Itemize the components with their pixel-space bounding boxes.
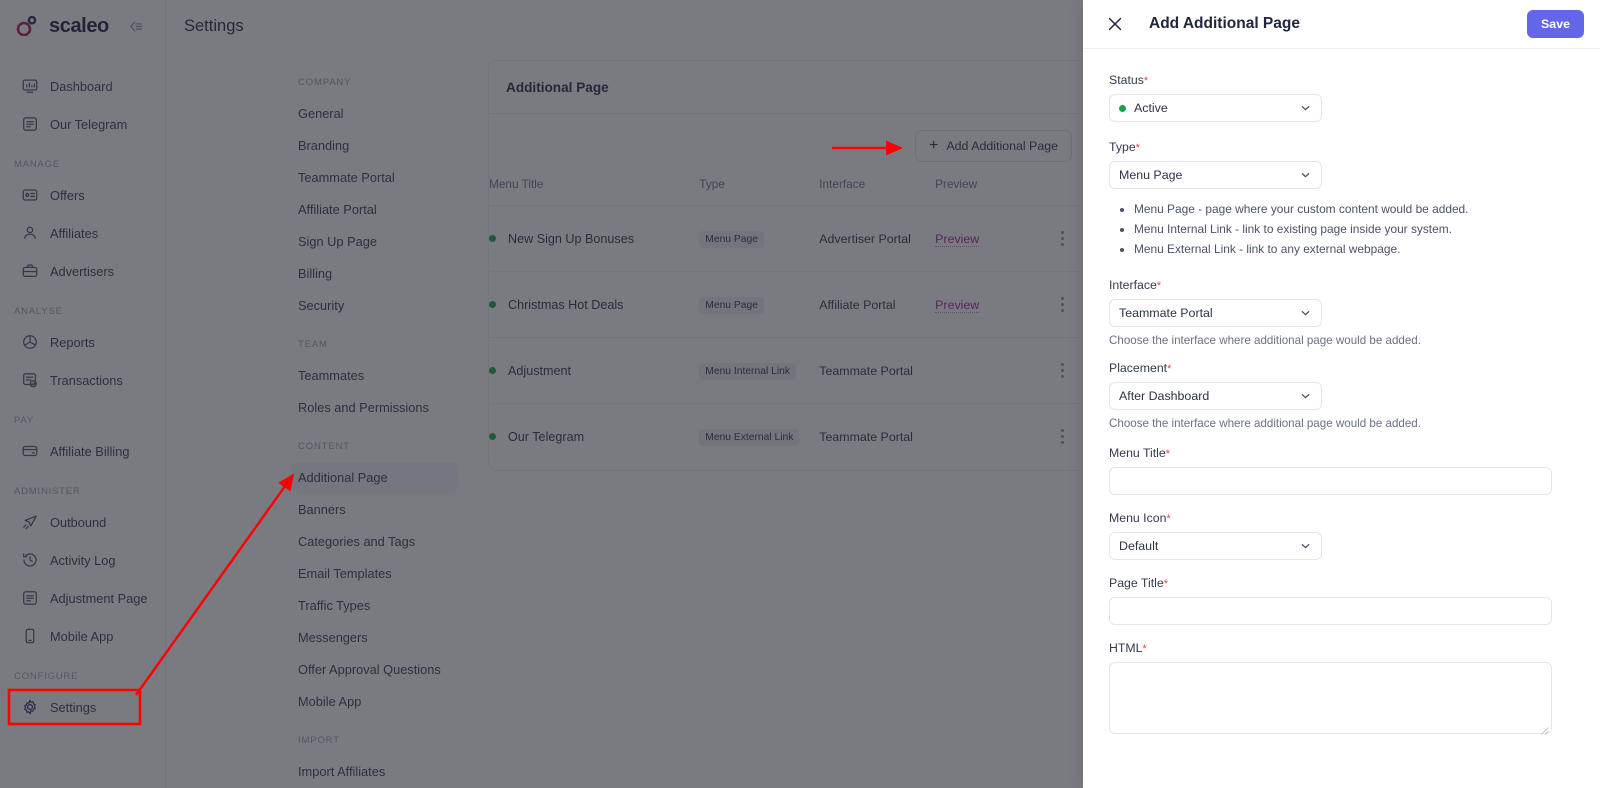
field-menu-icon: Menu Icon* Default	[1109, 511, 1581, 560]
chevron-down-icon	[1299, 102, 1312, 115]
field-status: Status* Active	[1109, 73, 1581, 122]
interface-hint: Choose the interface where additional pa…	[1109, 334, 1421, 347]
drawer-header: Add Additional Page Save	[1083, 0, 1600, 49]
status-select[interactable]: Active	[1109, 94, 1322, 122]
chevron-down-icon	[1299, 307, 1312, 320]
placement-value: After Dashboard	[1119, 389, 1210, 403]
menu-title-label: Menu Title*	[1109, 446, 1171, 460]
placement-hint: Choose the interface where additional pa…	[1109, 417, 1421, 430]
chevron-down-icon	[1299, 540, 1312, 553]
chevron-down-icon	[1299, 390, 1312, 403]
field-type: Type* Menu Page Menu Page - page where y…	[1109, 140, 1581, 256]
field-placement: Placement* After Dashboard Choose the in…	[1109, 361, 1581, 430]
menu-icon-select[interactable]: Default	[1109, 532, 1322, 560]
save-button[interactable]: Save	[1527, 10, 1584, 38]
close-icon[interactable]	[1105, 14, 1125, 34]
status-dot-icon	[1119, 104, 1126, 112]
interface-label: Interface*	[1109, 278, 1162, 292]
menu-title-input[interactable]	[1109, 467, 1552, 495]
html-textarea[interactable]	[1109, 662, 1552, 734]
modal-backdrop[interactable]	[0, 0, 1083, 788]
placement-label: Placement*	[1109, 361, 1172, 375]
html-label: HTML*	[1109, 641, 1147, 655]
menu-icon-label: Menu Icon*	[1109, 511, 1171, 525]
type-label: Type*	[1109, 140, 1140, 154]
app-root: scaleo	[0, 0, 1600, 788]
field-page-title: Page Title*	[1109, 576, 1581, 625]
field-menu-title: Menu Title*	[1109, 446, 1581, 495]
type-help-bullet: Menu Page - page where your custom conte…	[1134, 202, 1581, 216]
type-help-bullet: Menu External Link - link to any externa…	[1134, 242, 1581, 256]
placement-select[interactable]: After Dashboard	[1109, 382, 1322, 410]
type-value: Menu Page	[1119, 168, 1183, 182]
page-title-input[interactable]	[1109, 597, 1552, 625]
field-html: HTML*	[1109, 641, 1581, 735]
interface-select[interactable]: Teammate Portal	[1109, 299, 1322, 327]
drawer-title: Add Additional Page	[1149, 15, 1300, 32]
status-label: Status*	[1109, 73, 1149, 87]
type-help-bullets: Menu Page - page where your custom conte…	[1109, 202, 1581, 256]
interface-value: Teammate Portal	[1119, 306, 1213, 320]
drawer-body: Status* Active Type* Menu Page • Menu Pa…	[1083, 49, 1600, 788]
type-help-bullet: Menu Internal Link - link to existing pa…	[1134, 222, 1581, 236]
field-interface: Interface* Teammate Portal Choose the in…	[1109, 278, 1581, 347]
menu-icon-value: Default	[1119, 539, 1159, 553]
page-title-label: Page Title*	[1109, 576, 1168, 590]
add-additional-page-drawer: Add Additional Page Save Status* Active	[1083, 0, 1600, 788]
chevron-down-icon	[1299, 169, 1312, 182]
status-value: Active	[1134, 101, 1168, 115]
type-select[interactable]: Menu Page	[1109, 161, 1322, 189]
